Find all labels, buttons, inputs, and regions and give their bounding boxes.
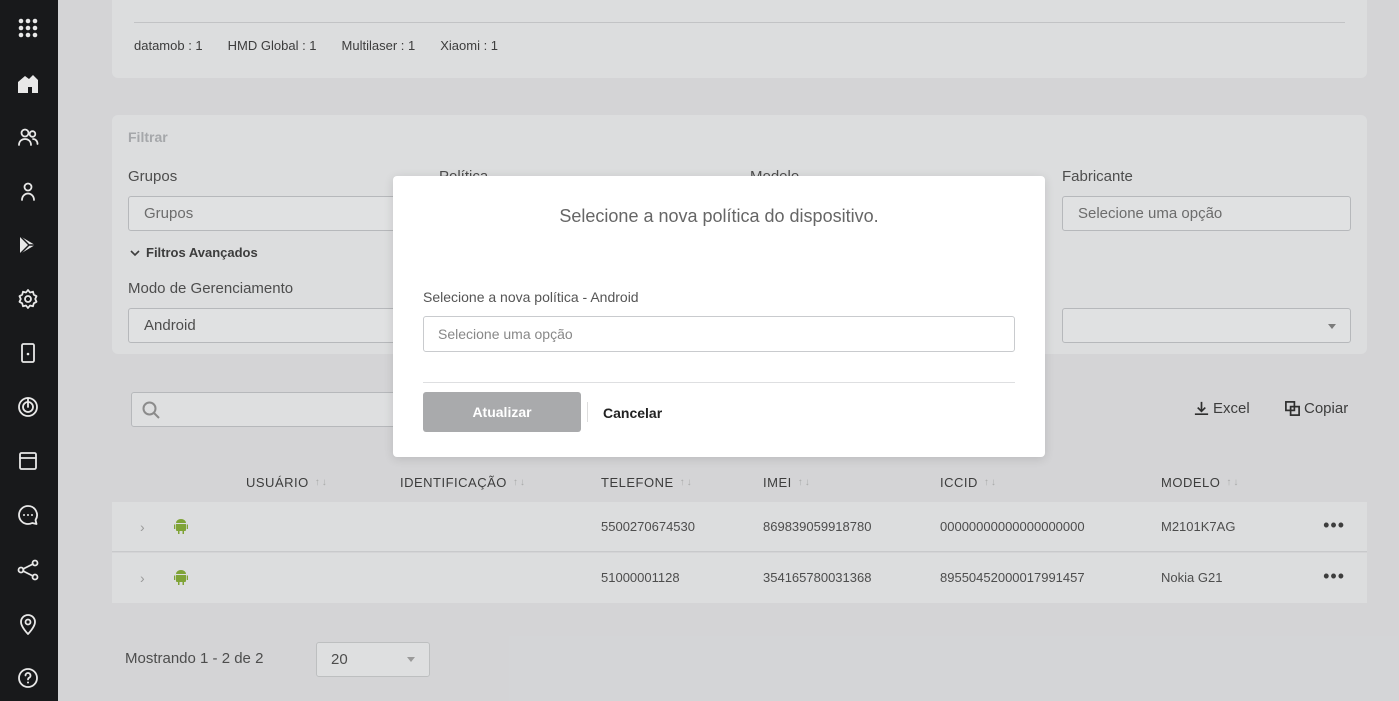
divider: [423, 382, 1015, 383]
modal-title: Selecione a nova política do dispositivo…: [559, 206, 879, 226]
update-button[interactable]: Atualizar: [423, 392, 581, 432]
button-separator: [587, 402, 588, 422]
policy-select[interactable]: Selecione uma opção: [423, 316, 1015, 352]
policy-select-label: Selecione a nova política - Android: [423, 289, 639, 305]
cancel-button[interactable]: Cancelar: [603, 405, 662, 421]
policy-modal: Selecione a nova política do dispositivo…: [393, 176, 1045, 457]
